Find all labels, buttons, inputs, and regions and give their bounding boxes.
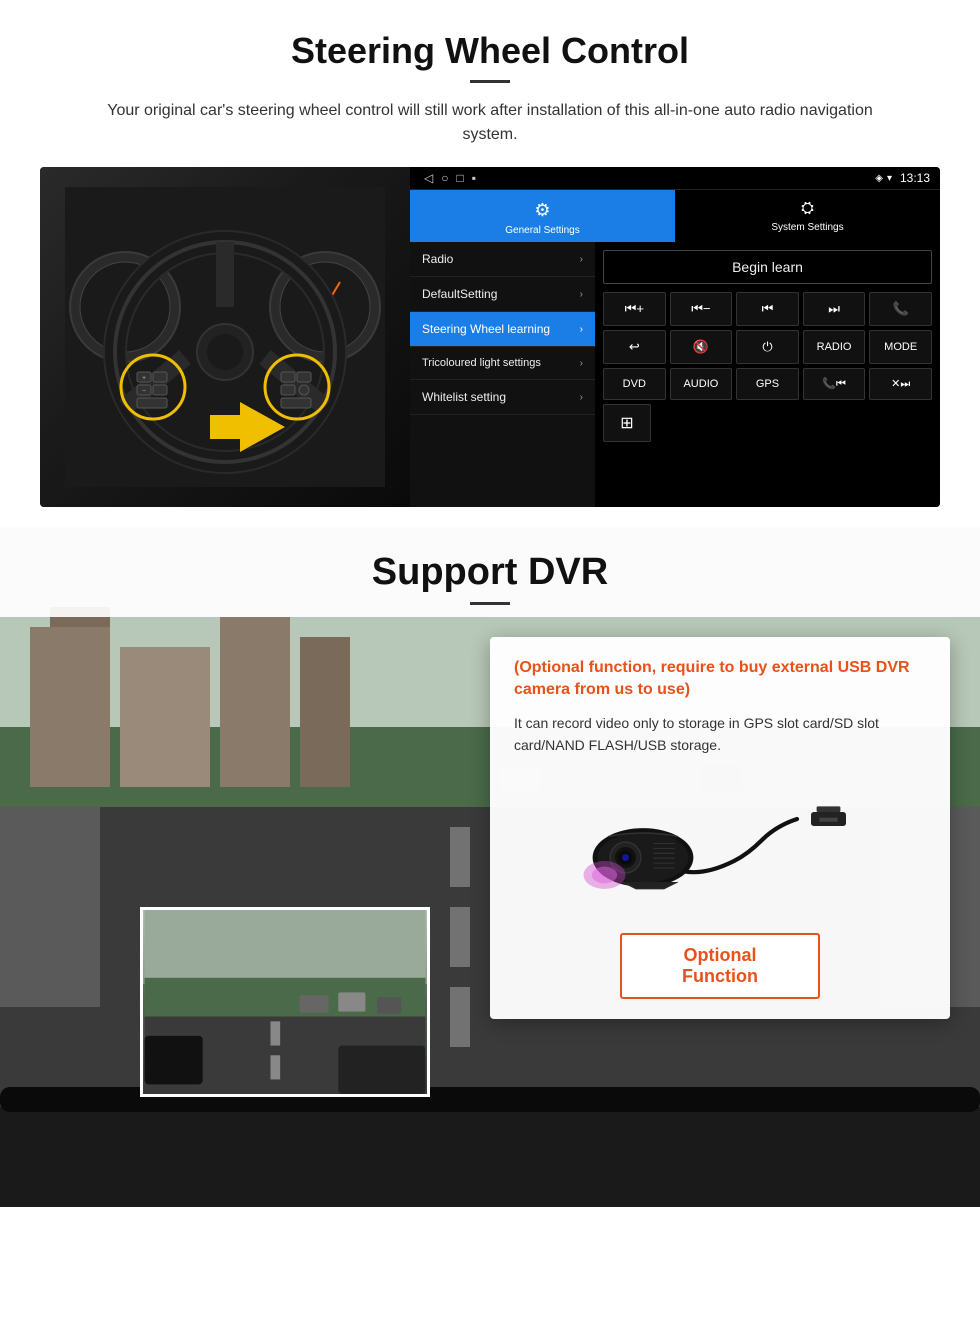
phone-button[interactable]: 📞 — [869, 292, 932, 326]
ctrl-row-2: ↩ 🔇 ⏻ RADIO MODE — [603, 330, 932, 364]
nav-icons: ◁ ○ □ ▪ — [424, 171, 476, 185]
power-button[interactable]: ⏻ — [736, 330, 799, 364]
ctrl-row-3: DVD AUDIO GPS 📞⏮ ✕⏭ — [603, 368, 932, 400]
display-button[interactable]: ⊞ — [603, 404, 651, 442]
status-bar: ◁ ○ □ ▪ ◈ ▾ 13:13 — [410, 167, 940, 190]
steering-wheel-svg: + − — [65, 187, 385, 487]
chevron-icon: › — [580, 254, 583, 265]
wifi-icon: ▾ — [887, 173, 892, 184]
dvr-camera-image — [514, 777, 926, 917]
chevron-icon: › — [580, 392, 583, 403]
steering-section: Steering Wheel Control Your original car… — [0, 0, 980, 527]
menu-item-tricoloured[interactable]: Tricoloured light settings › — [410, 347, 595, 380]
svg-text:−: − — [142, 388, 146, 395]
dvr-title-area: Support DVR — [0, 527, 980, 617]
tab-system[interactable]: ⛭ System Settings — [675, 190, 940, 242]
menu-controls-area: Radio › DefaultSetting › Steering Wheel … — [410, 242, 940, 507]
android-ui-panel: ◁ ○ □ ▪ ◈ ▾ 13:13 ⚙ General Settings ⛭ S… — [410, 167, 940, 507]
mode-button[interactable]: MODE — [869, 330, 932, 364]
menu-item-whitelist[interactable]: Whitelist setting › — [410, 380, 595, 415]
recents-icon[interactable]: □ — [456, 171, 463, 185]
menu-icon[interactable]: ▪ — [472, 171, 476, 185]
dvr-camera-svg — [580, 787, 860, 907]
back-icon[interactable]: ◁ — [424, 171, 433, 185]
chevron-icon: › — [580, 358, 583, 369]
dvr-divider — [470, 602, 510, 605]
chevron-icon: › — [580, 324, 583, 335]
mute-next-button[interactable]: ✕⏭ — [869, 368, 932, 400]
optional-function-button[interactable]: Optional Function — [620, 933, 820, 999]
controls-panel: Begin learn ⏮+ ⏮− ⏮ ⏭ 📞 ↩ 🔇 ⏻ — [595, 242, 940, 507]
menu-item-radio[interactable]: Radio › — [410, 242, 595, 277]
dvr-card: (Optional function, require to buy exter… — [490, 637, 950, 1019]
page-title: Steering Wheel Control — [40, 30, 940, 72]
back-call-button[interactable]: ↩ — [603, 330, 666, 364]
menu-item-default[interactable]: DefaultSetting › — [410, 277, 595, 312]
section-subtitle: Your original car's steering wheel contr… — [80, 99, 900, 147]
steering-photo: + − — [40, 167, 410, 507]
dvr-card-wrapper: (Optional function, require to buy exter… — [0, 617, 980, 1019]
radio-button[interactable]: RADIO — [803, 330, 866, 364]
gps-button[interactable]: GPS — [736, 368, 799, 400]
begin-learn-row: Begin learn — [603, 250, 932, 284]
vol-down-button[interactable]: ⏮− — [670, 292, 733, 326]
chevron-icon: › — [580, 289, 583, 300]
system-icon: ⛭ — [801, 200, 814, 218]
settings-menu: Radio › DefaultSetting › Steering Wheel … — [410, 242, 595, 507]
mute-button[interactable]: 🔇 — [670, 330, 733, 364]
settings-tabs: ⚙ General Settings ⛭ System Settings — [410, 190, 940, 242]
tab-general[interactable]: ⚙ General Settings — [410, 190, 675, 242]
dvr-section: Support DVR — [0, 527, 980, 1207]
home-icon[interactable]: ○ — [441, 171, 448, 185]
prev-button[interactable]: ⏮ — [736, 292, 799, 326]
vol-up-button[interactable]: ⏮+ — [603, 292, 666, 326]
dvr-optional-text: (Optional function, require to buy exter… — [514, 657, 926, 702]
ctrl-row-1: ⏮+ ⏮− ⏮ ⏭ 📞 — [603, 292, 932, 326]
dvd-button[interactable]: DVD — [603, 368, 666, 400]
signal-icon: ◈ — [875, 173, 883, 184]
svg-text:+: + — [142, 375, 146, 382]
gear-icon: ⚙ — [534, 200, 550, 221]
steering-visual-container: + − ◁ — [40, 167, 940, 507]
phone-prev-button[interactable]: 📞⏮ — [803, 368, 866, 400]
audio-button[interactable]: AUDIO — [670, 368, 733, 400]
status-time: 13:13 — [900, 171, 930, 185]
title-divider — [470, 80, 510, 83]
dvr-description: It can record video only to storage in G… — [514, 712, 926, 757]
begin-learn-button[interactable]: Begin learn — [603, 250, 932, 284]
ctrl-row-4: ⊞ — [603, 404, 932, 442]
next-button[interactable]: ⏭ — [803, 292, 866, 326]
dvr-title: Support DVR — [40, 551, 940, 594]
menu-item-steering-learning[interactable]: Steering Wheel learning › — [410, 312, 595, 347]
